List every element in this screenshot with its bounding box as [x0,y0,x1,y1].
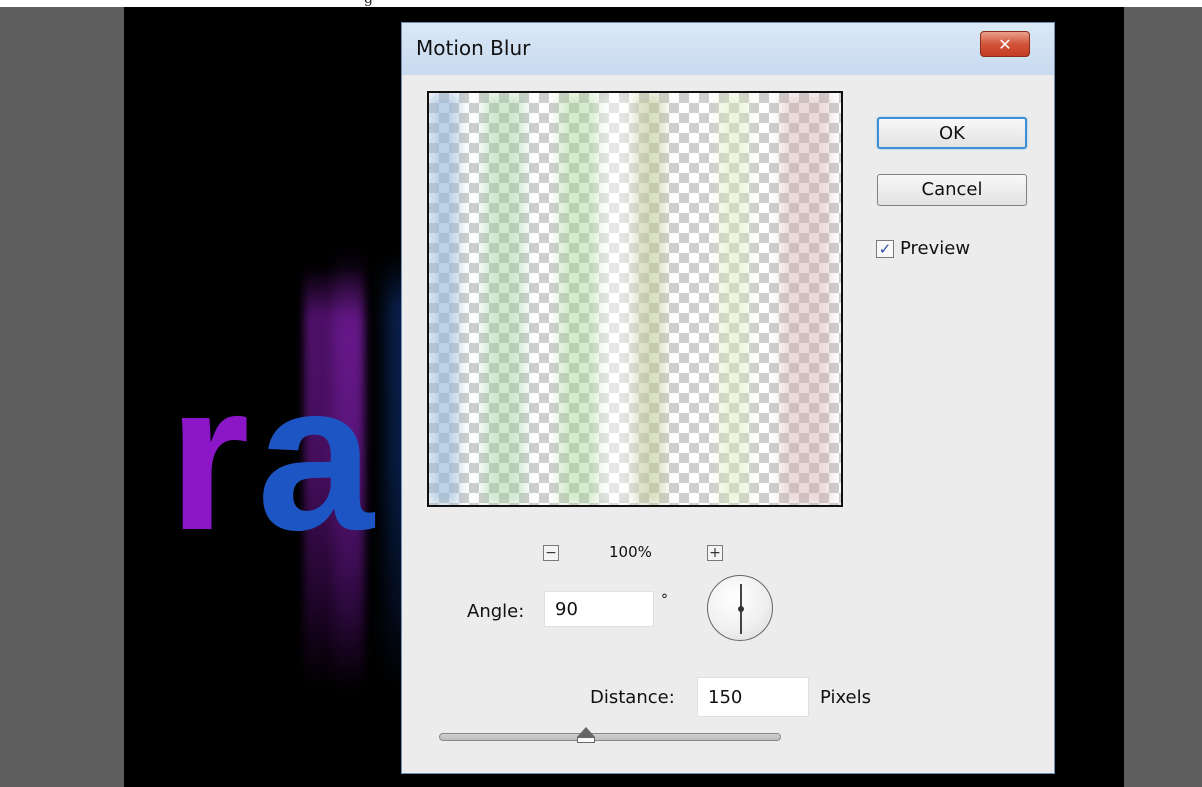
distance-slider-track[interactable] [439,733,781,741]
ok-button[interactable]: OK [877,117,1027,149]
preview-streak [429,93,459,505]
zoom-out-icon: − [545,545,557,561]
zoom-in-button[interactable]: + [707,545,723,561]
dialog-title: Motion Blur [416,36,531,60]
preview-streak [559,93,599,505]
top-strip-text: g [364,0,373,7]
close-icon: ✕ [998,35,1012,54]
workspace-gutter-right [1124,7,1202,787]
preview-streak [484,93,524,505]
canvas-letter-r: r [168,339,250,574]
preview-streak [719,93,749,505]
zoom-out-button[interactable]: − [543,545,559,561]
angle-label: Angle: [467,601,525,622]
filter-preview[interactable] [427,91,843,507]
canvas-letter-a: a [257,339,374,574]
preview-streak [781,93,831,505]
angle-input[interactable] [544,591,654,627]
preview-streak [597,93,633,505]
zoom-in-icon: + [709,545,721,561]
cancel-button[interactable]: Cancel [877,174,1027,206]
zoom-level: 100% [609,543,652,561]
distance-unit: Pixels [820,687,872,708]
preview-checkbox[interactable]: ✓ [876,240,894,258]
angle-dial-center [738,606,744,612]
top-strip: g [0,0,1202,7]
checkmark-icon: ✓ [878,240,892,258]
motion-blur-dialog: Motion Blur ✕ − 100% + OK Cancel ✓ Previ… [401,22,1055,774]
preview-streak [634,93,664,505]
close-button[interactable]: ✕ [980,31,1030,57]
degree-symbol: ° [661,592,668,608]
dialog-titlebar[interactable]: Motion Blur ✕ [402,23,1054,75]
preview-label: Preview [900,238,971,259]
dialog-body: − 100% + OK Cancel ✓ Preview Angle: ° Di… [402,75,1054,773]
zoom-controls: − 100% + [427,543,843,569]
distance-input[interactable] [697,677,809,717]
workspace-gutter-left [0,7,124,787]
distance-label: Distance: [590,687,675,708]
angle-dial-icon[interactable] [707,575,773,641]
